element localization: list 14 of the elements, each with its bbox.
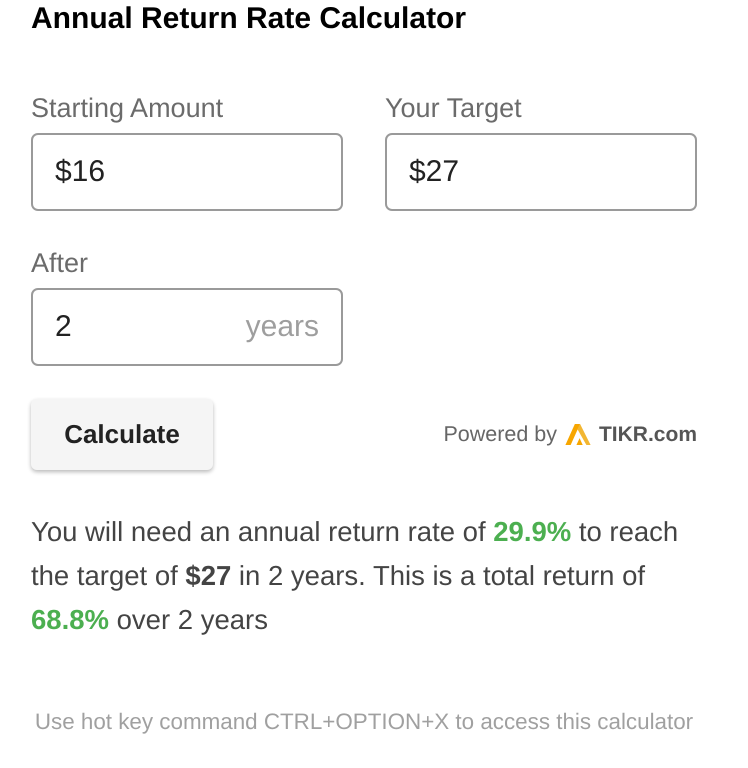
- input-field[interactable]: $27: [385, 133, 697, 211]
- calculate-button[interactable]: Calculate: [31, 399, 213, 470]
- hotkey-hint: Use hot key command CTRL+OPTION+X to access this calculator: [34, 708, 694, 735]
- result-text: You will need an annual return rate of 29.9% to reach the target of $27 in 2 years. This is a total return of 68.8% over 2 years: [31, 515, 680, 637]
- brand-name: TIKR.com: [598, 422, 697, 446]
- field-label: Your Target: [385, 93, 522, 124]
- powered-by-text: Powered by: [443, 422, 557, 447]
- logo-icon: [564, 424, 591, 445]
- input-field[interactable]: 2 years: [31, 288, 343, 366]
- field-label: Starting Amount: [31, 93, 224, 124]
- calculator-title: Annual Return Rate Calculator: [31, 1, 468, 37]
- unit-suffix: years: [246, 310, 319, 344]
- input-field[interactable]: $16: [31, 133, 343, 211]
- field-label: After: [31, 248, 88, 279]
